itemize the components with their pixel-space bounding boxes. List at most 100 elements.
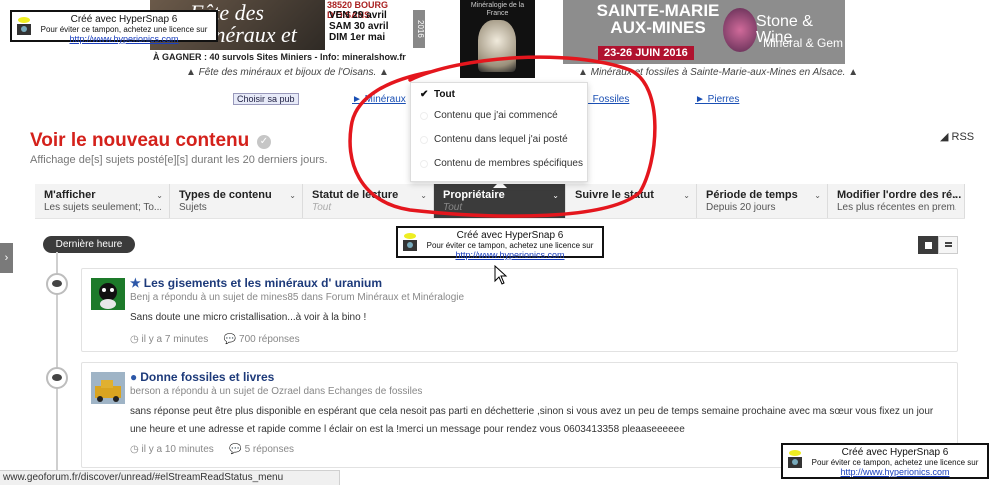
dropdown-item-label: Contenu de membres spécifiques (434, 158, 583, 169)
choose-ad-button[interactable]: Choisir sa pub (233, 93, 299, 105)
replies-icon: 💬 (229, 444, 245, 455)
bourg-date-3: DIM 1er mai (329, 32, 386, 43)
post-footer: ◷ il y a 7 minutes 💬 700 réponses (130, 334, 300, 345)
page-subtitle: Affichage de[s] sujets posté[e][s] duran… (30, 154, 328, 166)
hypersnap-line2: Pour éviter ce tampon, achetez une licen… (811, 458, 979, 467)
post-time: il y a 7 minutes (141, 334, 209, 345)
replies-icon: 💬 (223, 334, 240, 345)
owner-dropdown-menu: ✔ Tout Contenu que j'ai commencé Contenu da… (410, 82, 588, 182)
avatar[interactable] (91, 372, 125, 404)
hypersnap-line2: Pour éviter ce tampon, achetez une licen… (40, 25, 208, 34)
rss-icon: ◢ (940, 131, 952, 143)
dropdown-item-1[interactable]: Contenu que j'ai commencé (411, 107, 587, 131)
chevron-down-icon: ⌄ (156, 191, 163, 200)
nav-link-pierres[interactable]: ► Pierres (695, 94, 739, 105)
comment-icon (52, 374, 62, 381)
mineralogie-banner[interactable]: Minéralogie de la France (460, 0, 535, 78)
bourg-date-1: VEN 29 avril (329, 10, 387, 21)
banner-caption-left: ▲ Fête des minéraux et bijoux de l'Oisan… (186, 67, 389, 78)
unread-dot-icon: ● (130, 370, 138, 384)
filter-value: Tout (312, 202, 332, 213)
mouse-cursor-icon (494, 265, 508, 285)
rss-label: RSS (951, 131, 975, 143)
post-footer: ◷ il y a 10 minutes 💬 5 réponses (130, 444, 294, 455)
check-icon: ✔ (420, 89, 429, 100)
expanded-view-icon (925, 242, 932, 249)
condensed-view-icon (945, 242, 952, 244)
topic-meta: Benj a répondu à un sujet de mines85 dan… (130, 292, 465, 303)
ste-marie-banner[interactable]: SAINTE-MARIE AUX-MINES 23-26 JUIN 2016 S… (563, 0, 845, 64)
period-label: Dernière heure (43, 236, 135, 253)
dropdown-item-label: Tout (434, 89, 455, 100)
mineralogie-text: Minéralogie de la France (470, 2, 525, 17)
replies-count[interactable]: 5 réponses (245, 444, 294, 455)
side-panel-toggle[interactable]: › (0, 243, 13, 273)
hypersnap-line2: Pour éviter ce tampon, achetez une licen… (426, 241, 594, 250)
rss-link[interactable]: ◢ RSS (940, 130, 974, 143)
topic-title-text: Donne fossiles et livres (140, 370, 275, 384)
filter-0[interactable]: M'afficher Les sujets seulement; To... ⌄ (35, 184, 170, 218)
hypersnap-link[interactable]: http://www.hyperionics.com (783, 467, 987, 477)
banner-caption-right: ▲ Minéraux et fossiles à Sainte-Marie-au… (578, 67, 859, 78)
clock-icon: ◷ (130, 334, 142, 345)
dropdown-item-2[interactable]: Contenu dans lequel j'ai posté (411, 131, 587, 155)
filter-5[interactable]: Période de temps Depuis 20 jours ⌄ (697, 184, 828, 218)
nav-link-mineraux[interactable]: ► Minéraux (352, 94, 406, 105)
view-condensed-button[interactable] (938, 236, 958, 254)
topic-title-link[interactable]: ★ Les gisements et les minéraux d' uraniu… (130, 276, 382, 290)
bourg-date-2: SAM 30 avril (329, 21, 389, 32)
timeline-node (46, 367, 68, 389)
hypersnap-link[interactable]: http://www.hyperionics.com (398, 250, 602, 260)
mineral-specimen-image (478, 20, 516, 72)
filter-3[interactable]: Propriétaire Tout ⌄ (434, 184, 566, 218)
hypersnap-line1: Créé avec HyperSnap 6 (841, 447, 949, 458)
hypersnap-line1: Créé avec HyperSnap 6 (456, 230, 564, 241)
filter-4[interactable]: Suivre le statut ⌄ (566, 184, 697, 218)
filter-label: Statut de lecture (312, 189, 399, 201)
dropdown-caret (493, 181, 507, 188)
dropdown-item-0[interactable]: ✔ Tout (411, 83, 587, 107)
replies-count[interactable]: 700 réponses (239, 334, 300, 345)
filter-label: Types de contenu (179, 189, 272, 201)
filter-value: Sujets (179, 202, 207, 213)
filter-label: Suivre le statut (575, 189, 654, 201)
verified-icon: ✓ (257, 135, 271, 149)
chevron-down-icon: ⌄ (683, 191, 690, 200)
chevron-down-icon: ⌄ (951, 191, 958, 200)
dropdown-item-label: Contenu que j'ai commencé (434, 110, 558, 121)
filter-1[interactable]: Types de contenu Sujets ⌄ (170, 184, 303, 218)
topic-title-link[interactable]: ● Donne fossiles et livres (130, 370, 274, 384)
bourg-oisans-banner[interactable]: 38520 BOURG D'OISANS VEN 29 avril SAM 30… (327, 0, 427, 50)
stream-item: ★ Les gisements et les minéraux d' uraniu… (81, 268, 958, 352)
filter-label: Propriétaire (443, 189, 505, 201)
bourg-year: 2016 (413, 10, 425, 48)
radio-icon (420, 112, 428, 120)
filter-label: Période de temps (706, 189, 798, 201)
bourg-dates: VEN 29 avril SAM 30 avril DIM 1er mai (329, 10, 388, 43)
timeline-node (46, 273, 68, 295)
gem-image (723, 8, 757, 52)
dropdown-item-label: Contenu dans lequel j'ai posté (434, 134, 568, 145)
topic-meta: berson a répondu à un sujet de Ozrael da… (130, 386, 423, 397)
oisans-prize-text: À GAGNER : 40 survols Sites Miniers - In… (153, 52, 406, 62)
filter-6[interactable]: Modifier l'ordre des ré... Les plus récen… (828, 184, 965, 218)
hypersnap-stamp: Créé avec HyperSnap 6 Pour éviter ce tam… (396, 226, 604, 260)
topic-title-text: Les gisements et les minéraux d' uranium (143, 276, 383, 290)
filter-label: M'afficher (44, 189, 96, 201)
avatar[interactable] (91, 278, 125, 310)
browser-status-url: www.geoforum.fr/discover/unread/#elStrea… (0, 470, 340, 485)
dropdown-item-3[interactable]: Contenu de membres spécifiques (411, 155, 587, 179)
view-expanded-button[interactable] (918, 236, 938, 254)
radio-icon (420, 136, 428, 144)
star-icon: ★ (130, 276, 141, 290)
mineral-gem-text: Mineral & Gem (763, 36, 844, 50)
chevron-down-icon: ⌄ (289, 191, 296, 200)
filter-2[interactable]: Statut de lecture Tout ⌄ (303, 184, 434, 218)
hypersnap-link[interactable]: http://www.hyperionics.com (12, 34, 216, 44)
post-excerpt: sans réponse peut être plus disponible e… (130, 406, 934, 435)
filter-value: Depuis 20 jours (706, 202, 776, 213)
hypersnap-stamp: Créé avec HyperSnap 6 Pour éviter ce tam… (781, 443, 989, 479)
post-excerpt: Sans doute une micro cristallisation...à… (130, 312, 367, 323)
chevron-down-icon: ⌄ (420, 191, 427, 200)
filter-value: Les sujets seulement; To... (44, 202, 161, 213)
